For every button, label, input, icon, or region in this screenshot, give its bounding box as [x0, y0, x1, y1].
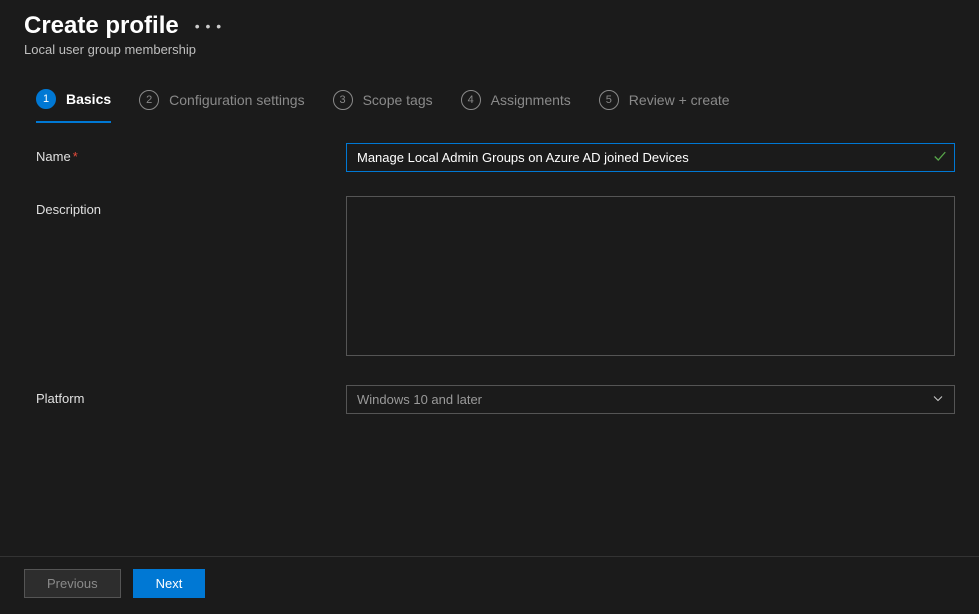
form-area: Name* Description Platform Windows 10 an… [0, 123, 979, 462]
required-indicator: * [73, 149, 78, 164]
description-label: Description [36, 196, 346, 217]
step-label: Scope tags [363, 92, 433, 108]
step-label: Assignments [491, 92, 571, 108]
platform-row: Platform Windows 10 and later [36, 385, 955, 414]
step-label: Configuration settings [169, 92, 304, 108]
step-label: Review + create [629, 92, 730, 108]
name-label: Name* [36, 143, 346, 164]
step-scope-tags[interactable]: 3 Scope tags [333, 90, 433, 122]
platform-dropdown[interactable]: Windows 10 and later [346, 385, 955, 414]
step-number: 1 [36, 89, 56, 109]
name-label-text: Name [36, 149, 71, 164]
page-header: Create profile • • • Local user group me… [0, 0, 979, 65]
next-button[interactable]: Next [133, 569, 206, 598]
more-options-icon[interactable]: • • • [195, 18, 222, 34]
description-row: Description [36, 196, 955, 361]
platform-value: Windows 10 and later [357, 392, 482, 407]
step-number: 3 [333, 90, 353, 110]
previous-button[interactable]: Previous [24, 569, 121, 598]
description-input[interactable] [346, 196, 955, 356]
step-number: 2 [139, 90, 159, 110]
page-subtitle: Local user group membership [24, 42, 955, 57]
page-title: Create profile [24, 12, 179, 40]
name-input[interactable] [346, 143, 955, 172]
step-assignments[interactable]: 4 Assignments [461, 90, 571, 122]
step-basics[interactable]: 1 Basics [36, 89, 111, 123]
step-number: 4 [461, 90, 481, 110]
step-number: 5 [599, 90, 619, 110]
wizard-steps: 1 Basics 2 Configuration settings 3 Scop… [0, 65, 979, 123]
wizard-footer: Previous Next [0, 556, 979, 614]
name-row: Name* [36, 143, 955, 172]
chevron-down-icon [932, 392, 944, 407]
step-review-create[interactable]: 5 Review + create [599, 90, 730, 122]
platform-label: Platform [36, 385, 346, 406]
step-configuration-settings[interactable]: 2 Configuration settings [139, 90, 304, 122]
step-label: Basics [66, 91, 111, 107]
